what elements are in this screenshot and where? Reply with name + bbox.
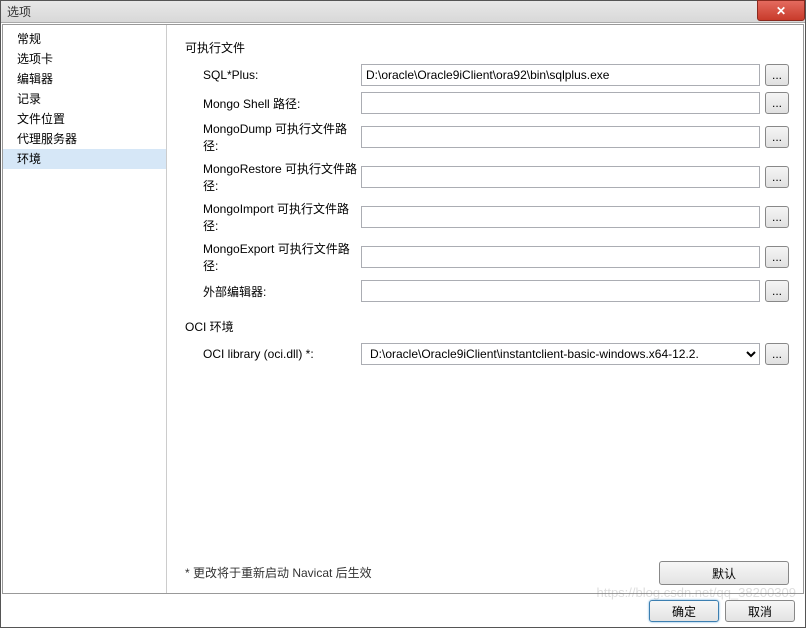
window-title: 选项	[7, 3, 31, 20]
row-external-editor: 外部编辑器: ...	[185, 280, 789, 302]
browse-mongo-shell-button[interactable]: ...	[765, 92, 789, 114]
sidebar: 常规 选项卡 编辑器 记录 文件位置 代理服务器 环境	[3, 25, 167, 593]
sidebar-item-label: 文件位置	[17, 112, 65, 126]
sidebar-item-label: 环境	[17, 152, 41, 166]
input-mongoimport[interactable]	[361, 206, 760, 228]
close-button[interactable]: ✕	[757, 0, 805, 21]
label-mongorestore: MongoRestore 可执行文件路径:	[185, 160, 361, 194]
sidebar-item-label: 编辑器	[17, 72, 53, 86]
sidebar-item-label: 记录	[17, 92, 41, 106]
row-sqlplus: SQL*Plus: ...	[185, 64, 789, 86]
sidebar-item-file-locations[interactable]: 文件位置	[3, 109, 166, 129]
ellipsis-icon: ...	[772, 250, 782, 264]
ellipsis-icon: ...	[772, 170, 782, 184]
row-mongodump: MongoDump 可执行文件路径: ...	[185, 120, 789, 154]
input-mongoexport[interactable]	[361, 246, 760, 268]
sidebar-item-environment[interactable]: 环境	[3, 149, 166, 169]
browse-external-editor-button[interactable]: ...	[765, 280, 789, 302]
label-oci-library: OCI library (oci.dll) *:	[185, 347, 361, 361]
sidebar-item-proxy[interactable]: 代理服务器	[3, 129, 166, 149]
ellipsis-icon: ...	[772, 347, 782, 361]
sidebar-item-tabs[interactable]: 选项卡	[3, 49, 166, 69]
close-icon: ✕	[776, 4, 786, 18]
browse-mongoexport-button[interactable]: ...	[765, 246, 789, 268]
label-external-editor: 外部编辑器:	[185, 283, 361, 300]
ellipsis-icon: ...	[772, 68, 782, 82]
input-external-editor[interactable]	[361, 280, 760, 302]
cancel-button[interactable]: 取消	[725, 600, 795, 622]
restart-footnote: * 更改将于重新启动 Navicat 后生效	[185, 564, 372, 581]
default-button[interactable]: 默认	[659, 561, 789, 585]
sidebar-item-records[interactable]: 记录	[3, 89, 166, 109]
row-oci-library: OCI library (oci.dll) *: D:\oracle\Oracl…	[185, 343, 789, 365]
browse-oci-library-button[interactable]: ...	[765, 343, 789, 365]
input-sqlplus[interactable]	[361, 64, 760, 86]
main-panel: 可执行文件 SQL*Plus: ... Mongo Shell 路径: ... …	[167, 25, 803, 593]
sidebar-item-label: 选项卡	[17, 52, 53, 66]
label-mongo-shell: Mongo Shell 路径:	[185, 95, 361, 112]
titlebar: 选项 ✕	[1, 1, 805, 23]
ok-button[interactable]: 确定	[649, 600, 719, 622]
row-mongo-shell: Mongo Shell 路径: ...	[185, 92, 789, 114]
ellipsis-icon: ...	[772, 130, 782, 144]
row-mongoexport: MongoExport 可执行文件路径: ...	[185, 240, 789, 274]
input-mongodump[interactable]	[361, 126, 760, 148]
browse-mongorestore-button[interactable]: ...	[765, 166, 789, 188]
ellipsis-icon: ...	[772, 96, 782, 110]
sidebar-item-editor[interactable]: 编辑器	[3, 69, 166, 89]
ellipsis-icon: ...	[772, 210, 782, 224]
label-sqlplus: SQL*Plus:	[185, 68, 361, 82]
input-mongo-shell[interactable]	[361, 92, 760, 114]
label-mongodump: MongoDump 可执行文件路径:	[185, 120, 361, 154]
ellipsis-icon: ...	[772, 284, 782, 298]
section-oci: OCI 环境	[185, 318, 789, 335]
sidebar-item-general[interactable]: 常规	[3, 29, 166, 49]
input-mongorestore[interactable]	[361, 166, 760, 188]
dialog-button-bar: 确定 取消	[1, 595, 805, 627]
browse-mongodump-button[interactable]: ...	[765, 126, 789, 148]
sidebar-item-label: 代理服务器	[17, 132, 77, 146]
label-mongoimport: MongoImport 可执行文件路径:	[185, 200, 361, 234]
label-mongoexport: MongoExport 可执行文件路径:	[185, 240, 361, 274]
row-mongorestore: MongoRestore 可执行文件路径: ...	[185, 160, 789, 194]
browse-mongoimport-button[interactable]: ...	[765, 206, 789, 228]
select-oci-library[interactable]: D:\oracle\Oracle9iClient\instantclient-b…	[361, 343, 760, 365]
row-mongoimport: MongoImport 可执行文件路径: ...	[185, 200, 789, 234]
browse-sqlplus-button[interactable]: ...	[765, 64, 789, 86]
sidebar-item-label: 常规	[17, 32, 41, 46]
section-executables: 可执行文件	[185, 39, 789, 56]
content-area: 常规 选项卡 编辑器 记录 文件位置 代理服务器 环境 可执行文件 SQL*Pl…	[2, 24, 804, 594]
